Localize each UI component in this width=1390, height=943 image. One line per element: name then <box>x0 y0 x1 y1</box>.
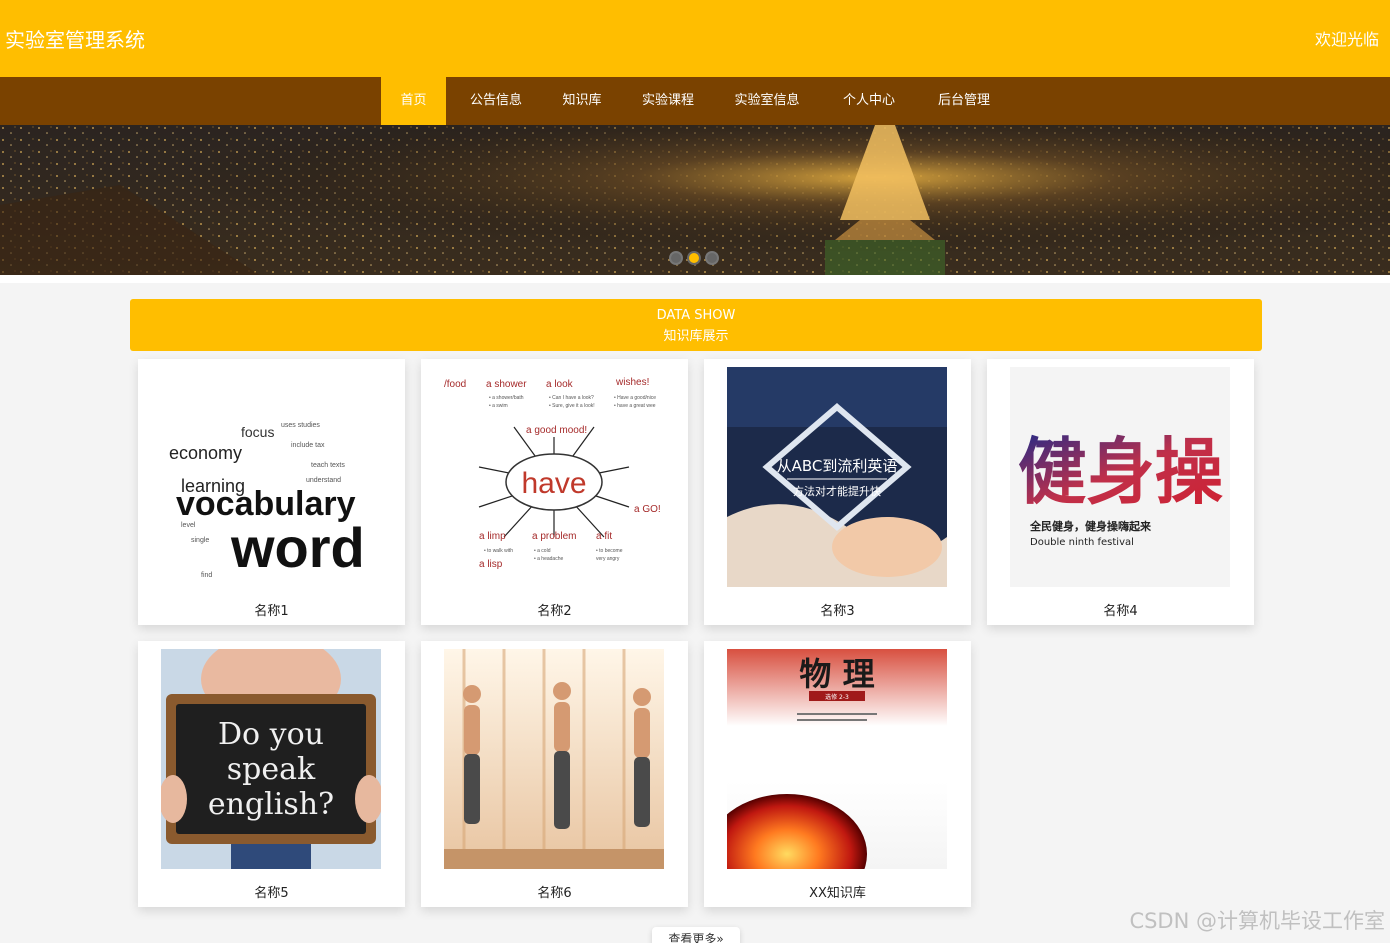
svg-text:a GO!: a GO! <box>634 504 661 515</box>
svg-text:/food: /food <box>444 379 466 390</box>
svg-text:a shower: a shower <box>486 379 527 390</box>
nav-item-lab-info[interactable]: 实验室信息 <box>718 77 816 125</box>
svg-text:• a shower/bath: • a shower/bath <box>489 395 524 401</box>
view-more-button[interactable]: 查看更多» <box>652 927 740 943</box>
knowledge-card[interactable]: 名称6 <box>421 641 688 907</box>
word-word: word <box>230 516 365 579</box>
card-thumbnail: 物 理 选修 2-3 <box>727 649 947 869</box>
thumb-line2: 方法对才能提升快 <box>793 484 881 498</box>
svg-text:a fit: a fit <box>596 531 612 542</box>
svg-text:teach texts: teach texts <box>311 462 345 469</box>
book-title: 物 理 <box>799 655 874 693</box>
chalk-line2: speak <box>227 752 316 787</box>
nav-item-knowledge-base[interactable]: 知识库 <box>546 77 618 125</box>
main-nav: 首页 公告信息 知识库 实验课程 实验室信息 个人中心 后台管理 <box>0 77 1390 125</box>
card-thumbnail <box>444 649 664 869</box>
nav-item-admin[interactable]: 后台管理 <box>922 77 1006 125</box>
svg-text:wishes!: wishes! <box>615 377 649 388</box>
svg-text:a lisp: a lisp <box>479 559 503 570</box>
center-word: have <box>521 467 586 500</box>
carousel-indicators <box>669 251 719 265</box>
svg-text:• Can I have a look?: • Can I have a look? <box>549 395 594 401</box>
card-name: 名称2 <box>537 604 572 619</box>
card-name: 名称5 <box>254 886 289 901</box>
card-thumbnail: Do you speak english? <box>161 649 381 869</box>
svg-text:• have a great wee: • have a great wee <box>614 403 656 409</box>
top-header: 实验室管理系统 欢迎光临 <box>0 0 1390 77</box>
thumb-line2: Double ninth festival <box>1030 537 1134 548</box>
knowledge-card[interactable]: 物 理 选修 2-3 XX知识库 <box>704 641 971 907</box>
svg-text:a good mood!: a good mood! <box>526 425 587 436</box>
card-name: XX知识库 <box>809 886 866 901</box>
carousel-dot-3[interactable] <box>705 251 719 265</box>
card-name: 名称6 <box>537 886 572 901</box>
svg-text:• a swim: • a swim <box>489 403 508 409</box>
word-economy: economy <box>169 443 242 463</box>
nav-item-personal-center[interactable]: 个人中心 <box>816 77 922 125</box>
svg-text:find: find <box>201 572 212 579</box>
thumb-line1: 从ABC到流利英语 <box>777 457 898 475</box>
nav-item-announcements[interactable]: 公告信息 <box>446 77 546 125</box>
word-learning: learning <box>181 476 245 496</box>
knowledge-card[interactable]: Do you speak english? 名称5 <box>138 641 405 907</box>
svg-text:• Sure, give it a look!: • Sure, give it a look! <box>549 403 595 409</box>
svg-text:a look: a look <box>546 379 574 390</box>
watermark: CSDN @计算机毕设工作室 <box>1129 909 1385 933</box>
card-thumbnail: 健身操 全民健身，健身操嗨起来 Double ninth festival <box>1010 367 1230 587</box>
banner-carousel[interactable] <box>0 125 1390 275</box>
svg-text:• to walk with: • to walk with <box>484 548 513 554</box>
nav-item-home[interactable]: 首页 <box>381 77 446 125</box>
svg-text:level: level <box>181 522 196 529</box>
nav-item-courses[interactable]: 实验课程 <box>618 77 718 125</box>
thumb-big-text: 健身操 <box>1018 429 1223 514</box>
knowledge-card[interactable]: vocabulary word learning economy focus u… <box>138 359 405 625</box>
svg-text:• a headache: • a headache <box>534 556 563 562</box>
knowledge-card[interactable]: have a shower a look wishes! a good mood… <box>421 359 688 625</box>
thumb-line1: 全民健身，健身操嗨起来 <box>1029 519 1152 533</box>
card-name: 名称3 <box>820 604 855 619</box>
svg-text:uses studies: uses studies <box>281 422 320 429</box>
knowledge-card[interactable]: 健身操 全民健身，健身操嗨起来 Double ninth festival 名称… <box>987 359 1254 625</box>
card-thumbnail: 从ABC到流利英语 方法对才能提升快 <box>727 367 947 587</box>
card-thumbnail: vocabulary word learning economy focus u… <box>161 367 381 587</box>
card-name: 名称4 <box>1103 604 1138 619</box>
section-header: DATA SHOW 知识库展示 <box>130 299 1262 351</box>
svg-text:single: single <box>191 537 209 544</box>
word-focus: focus <box>241 424 274 440</box>
carousel-dot-1[interactable] <box>669 251 683 265</box>
svg-text:• to become: • to become <box>596 548 623 554</box>
svg-text:very angry: very angry <box>596 556 620 562</box>
svg-text:• a cold: • a cold <box>534 548 551 554</box>
svg-text:• Have a good/nice: • Have a good/nice <box>614 395 656 401</box>
knowledge-card[interactable]: 从ABC到流利英语 方法对才能提升快 名称3 <box>704 359 971 625</box>
section-title-en: DATA SHOW <box>656 308 736 323</box>
site-title: 实验室管理系统 <box>5 28 145 52</box>
svg-text:a problem: a problem <box>532 531 576 542</box>
card-name: 名称1 <box>254 604 289 619</box>
chalk-line1: Do you <box>218 717 324 752</box>
divider <box>0 275 1390 283</box>
section-title-cn: 知识库展示 <box>663 329 729 344</box>
svg-text:understand: understand <box>306 477 341 484</box>
svg-text:include tax: include tax <box>291 442 325 449</box>
welcome-text: 欢迎光临 <box>1314 30 1379 49</box>
chalk-line3: english? <box>208 787 334 822</box>
carousel-dot-2[interactable] <box>687 251 701 265</box>
svg-text:a limp: a limp <box>479 531 506 542</box>
card-thumbnail: have a shower a look wishes! a good mood… <box>444 367 664 587</box>
book-subtitle: 选修 2-3 <box>825 693 849 701</box>
